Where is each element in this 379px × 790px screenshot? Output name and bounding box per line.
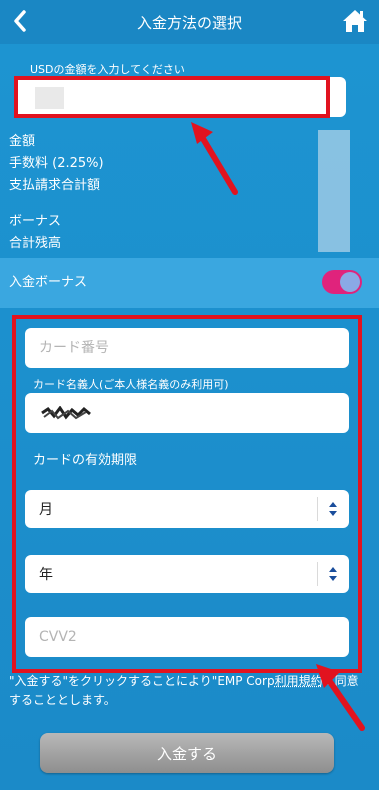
page-title: 入金方法の選択 xyxy=(136,13,242,32)
deposit-bonus-label: 入金ボーナス xyxy=(9,275,88,290)
redacted-values xyxy=(318,130,350,252)
amount-input[interactable] xyxy=(16,77,346,117)
deposit-submit-button[interactable]: 入金する xyxy=(40,733,334,773)
header-bar: 入金方法の選択 xyxy=(0,0,379,44)
month-select-value: 月 xyxy=(39,502,53,518)
select-arrows-icon xyxy=(329,502,337,516)
terms-text-before: "入金する"をクリックすることにより"EMP Corp xyxy=(9,674,275,688)
terms-notice: "入金する"をクリックすることにより"EMP Corp利用規約に同意することとし… xyxy=(9,672,369,710)
expiry-year-select[interactable]: 年 xyxy=(25,555,349,593)
card-number-input[interactable] xyxy=(25,328,349,368)
select-divider xyxy=(317,497,318,521)
terms-link[interactable]: 利用規約 xyxy=(275,674,323,688)
cvv-input[interactable] xyxy=(25,617,349,657)
bonus-summary-label: ボーナス xyxy=(9,214,62,229)
amount-summary-label: 金額 xyxy=(9,134,36,149)
redacted-value xyxy=(35,87,64,109)
balance-summary-label: 合計残高 xyxy=(9,236,62,251)
total-summary-label: 支払請求合計額 xyxy=(9,178,101,193)
select-divider xyxy=(317,562,318,586)
home-icon[interactable] xyxy=(341,6,369,36)
card-holder-label: カード名義人(ご本人様名義のみ利用可) xyxy=(33,378,229,391)
year-select-value: 年 xyxy=(39,567,53,583)
expiry-month-select[interactable]: 月 xyxy=(25,490,349,528)
select-arrows-icon xyxy=(329,567,337,581)
chevron-left-icon[interactable] xyxy=(6,7,34,35)
redacted-name xyxy=(41,406,91,420)
fee-summary-label: 手数料 (2.25%) xyxy=(9,156,104,171)
deposit-bonus-toggle[interactable] xyxy=(322,270,362,294)
toggle-knob xyxy=(340,272,360,292)
card-expiry-label: カードの有効期限 xyxy=(33,453,138,468)
amount-field-label: USDの金額を入力してください xyxy=(30,63,185,76)
